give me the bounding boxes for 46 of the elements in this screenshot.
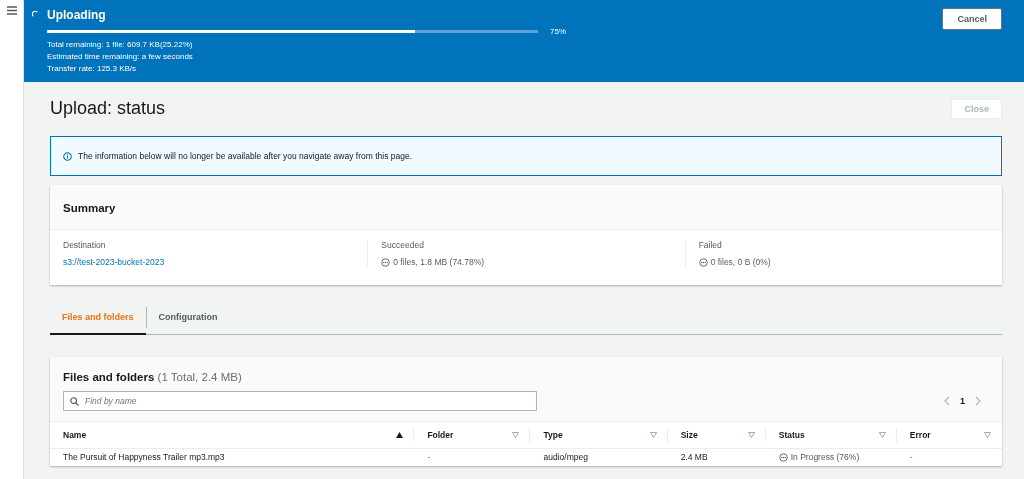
sort-icon[interactable] [878,431,886,438]
column-header[interactable]: Name [63,429,87,440]
table-cell: - [427,452,431,463]
destination-link[interactable]: s3://test-2023-bucket-2023 [63,257,355,267]
search-field[interactable]: Find by name [63,391,537,411]
summary-label: Failed [698,240,723,250]
cancel-button[interactable]: Cancel [942,8,1002,30]
alert-text: The information below will no longer be available after you navigate away from this page. [78,151,413,161]
status-text: 0 files, 1.8 MB (74.78%) [393,257,485,267]
status-text: 0 files, 0 B (0%) [710,257,771,267]
column-header[interactable]: Folder [427,429,454,440]
banner-title: Uploading [47,8,107,22]
tab[interactable]: Configuration [146,301,230,335]
menu-icon[interactable] [6,6,17,15]
info-icon [63,151,72,161]
summary-label: Succeeded [381,240,425,250]
column-header[interactable]: Size [680,429,698,440]
sort-icon[interactable] [984,431,991,438]
previous-page-icon[interactable] [944,396,950,406]
card-title: Files and folders (1 Total, 2.4 MB) [63,371,243,383]
table-cell: The Pursuit of Happyness Trailer mp3.mp3 [63,452,225,463]
card-title: Summary [63,202,116,214]
table-cell: audio/mpeg [543,452,588,463]
sort-icon[interactable] [512,431,520,438]
table-cell: - [909,452,913,463]
transfer-info-text: Transfer rate: 125.3 KB/s [47,63,138,75]
search-icon [70,396,79,406]
ellipsis-circle-icon [778,452,788,462]
sort-ascending-icon[interactable] [396,431,404,438]
status-text: In Progress (76%) [790,452,860,463]
page-title: Upload: status [50,98,166,119]
next-page-icon[interactable] [975,396,981,406]
sort-icon[interactable] [649,431,657,438]
transfer-info-text: Total remaining: 1 file: 609.7 KB(25.22%) [47,39,194,51]
column-header[interactable]: Error [909,429,931,440]
page-number[interactable]: 1 [960,396,965,406]
transfer-info-text: Estimated time remaining: a few seconds [47,51,194,63]
column-header[interactable]: Type [543,429,563,440]
summary-label: Destination [63,240,107,250]
sort-icon[interactable] [747,431,755,438]
ellipsis-circle-icon [698,257,708,267]
spinner-icon [32,11,39,18]
ellipsis-circle-icon [381,257,391,267]
column-header[interactable]: Status [778,429,805,440]
progress-percent: 75% [550,27,566,36]
table-cell: 2.4 MB [680,452,708,463]
